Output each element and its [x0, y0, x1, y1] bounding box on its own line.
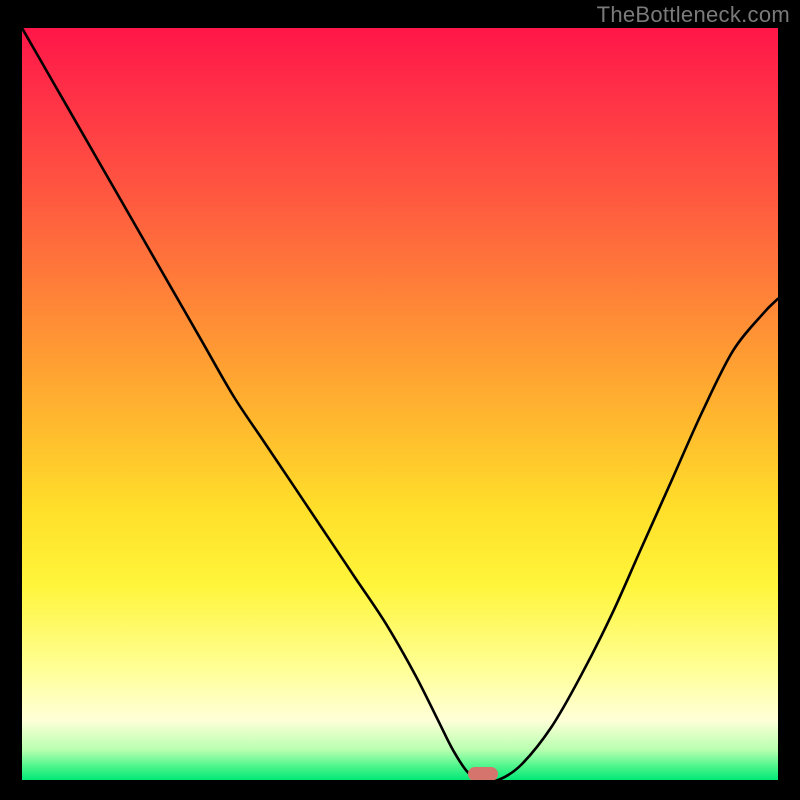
- plot-area: [22, 28, 778, 780]
- watermark-text: TheBottleneck.com: [597, 2, 790, 28]
- minimum-marker: [468, 767, 498, 780]
- bottleneck-curve: [22, 28, 778, 780]
- chart-stage: TheBottleneck.com: [0, 0, 800, 800]
